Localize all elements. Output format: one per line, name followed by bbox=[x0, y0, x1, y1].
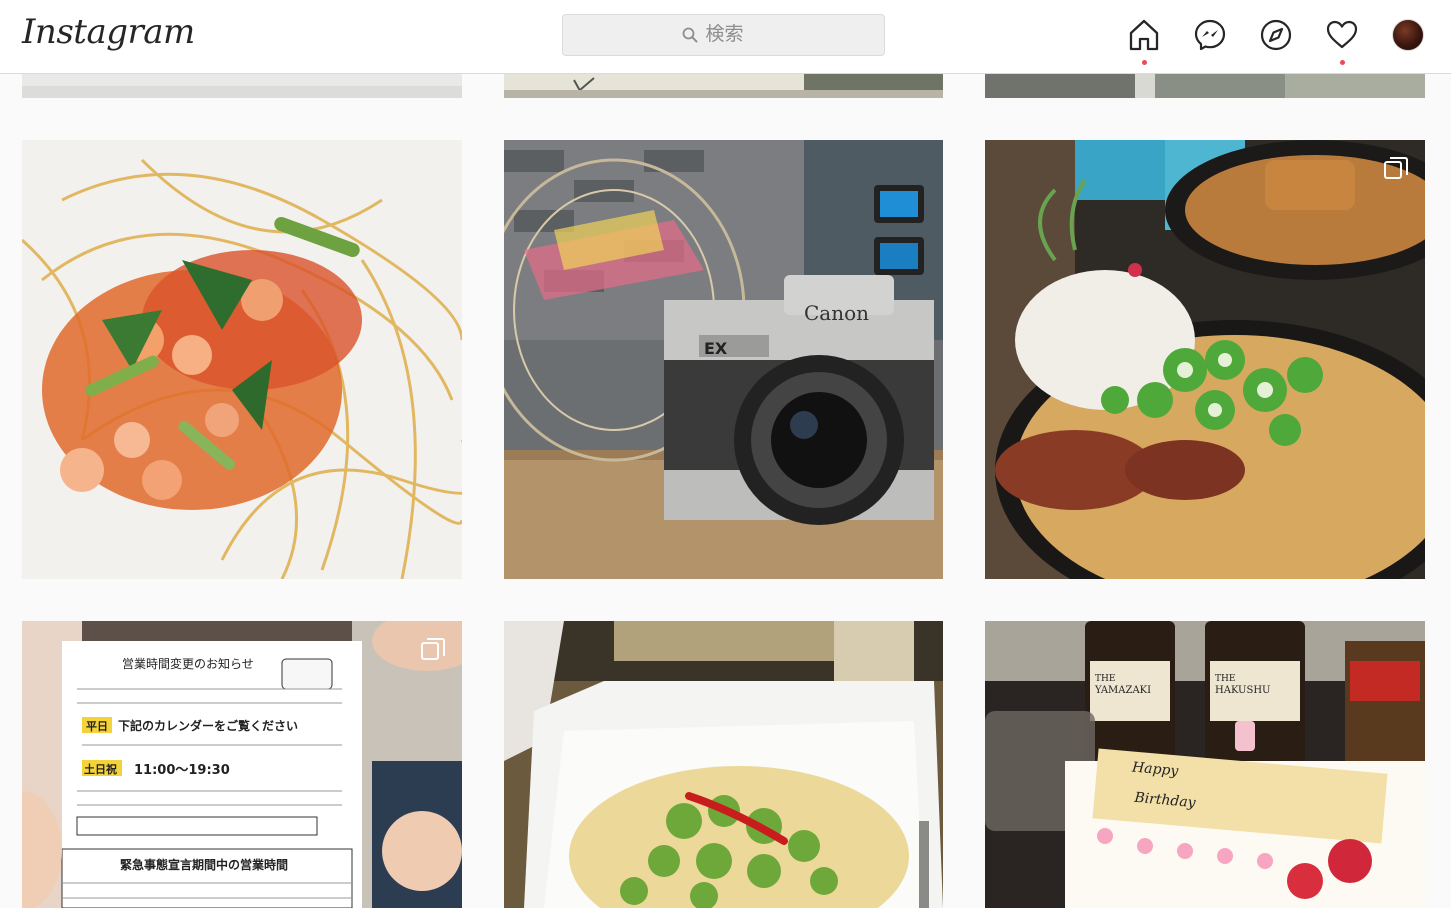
post-image: THE YAMAZAKI THE HAKUSHU Happy Birthday bbox=[985, 621, 1425, 908]
svg-text:下記のカレンダーをご覧ください: 下記のカレンダーをご覧ください bbox=[118, 718, 298, 733]
svg-text:Canon: Canon bbox=[804, 301, 869, 325]
notification-dot bbox=[1141, 60, 1147, 65]
avatar bbox=[1392, 19, 1424, 51]
nav-home[interactable] bbox=[1126, 17, 1162, 65]
post-image: 営業時間変更のお知らせ 平日 下記のカレンダーをご覧ください 土日祝 11:00… bbox=[22, 621, 462, 908]
search-box[interactable] bbox=[562, 14, 885, 56]
svg-text:THE: THE bbox=[1095, 674, 1115, 684]
svg-text:EX: EX bbox=[704, 339, 728, 358]
compass-icon bbox=[1260, 19, 1292, 51]
nav-direct[interactable] bbox=[1192, 17, 1228, 53]
multiple-images-icon bbox=[421, 638, 445, 660]
post-image bbox=[22, 140, 462, 579]
svg-text:YAMAZAKI: YAMAZAKI bbox=[1094, 685, 1151, 696]
nav-profile[interactable] bbox=[1390, 17, 1426, 53]
notice-title: 営業時間変更のお知らせ bbox=[122, 656, 254, 671]
messenger-icon bbox=[1194, 19, 1226, 51]
heart-icon bbox=[1326, 20, 1358, 49]
svg-text:THE: THE bbox=[1215, 674, 1235, 684]
post-tile-broccoli-pasta[interactable] bbox=[504, 621, 944, 908]
svg-text:11:00〜19:30: 11:00〜19:30 bbox=[134, 763, 230, 778]
instagram-logo[interactable]: Instagram bbox=[22, 12, 195, 52]
home-icon bbox=[1129, 19, 1159, 51]
post-image bbox=[504, 621, 943, 908]
post-image bbox=[985, 140, 1425, 579]
post-tile-curry[interactable] bbox=[985, 140, 1425, 579]
post-tile-notice[interactable]: 営業時間変更のお知らせ 平日 下記のカレンダーをご覧ください 土日祝 11:00… bbox=[22, 621, 462, 908]
svg-text:平日: 平日 bbox=[86, 720, 108, 733]
post-tile-birthday-cake[interactable]: THE YAMAZAKI THE HAKUSHU Happy Birthday bbox=[985, 621, 1425, 908]
nav-activity[interactable] bbox=[1324, 17, 1360, 65]
post-tile-pasta[interactable] bbox=[22, 140, 462, 579]
nav-explore[interactable] bbox=[1258, 17, 1294, 53]
svg-text:緊急事態宣言期間中の営業時間: 緊急事態宣言期間中の営業時間 bbox=[120, 857, 288, 872]
notification-dot bbox=[1339, 60, 1345, 65]
search-icon bbox=[682, 27, 697, 43]
multiple-images-icon bbox=[1384, 157, 1408, 179]
post-tile-camera[interactable]: Canon EX bbox=[504, 140, 944, 579]
post-grid: Canon EX 営業時間変更のお知らせ 平日 下記のカレンダーをご覧ください … bbox=[0, 0, 1451, 908]
svg-text:土日祝: 土日祝 bbox=[84, 762, 117, 776]
svg-text:HAKUSHU: HAKUSHU bbox=[1215, 685, 1270, 696]
post-image: Canon EX bbox=[504, 140, 943, 579]
top-navigation-bar: Instagram bbox=[0, 0, 1451, 74]
search-input[interactable] bbox=[705, 24, 766, 46]
